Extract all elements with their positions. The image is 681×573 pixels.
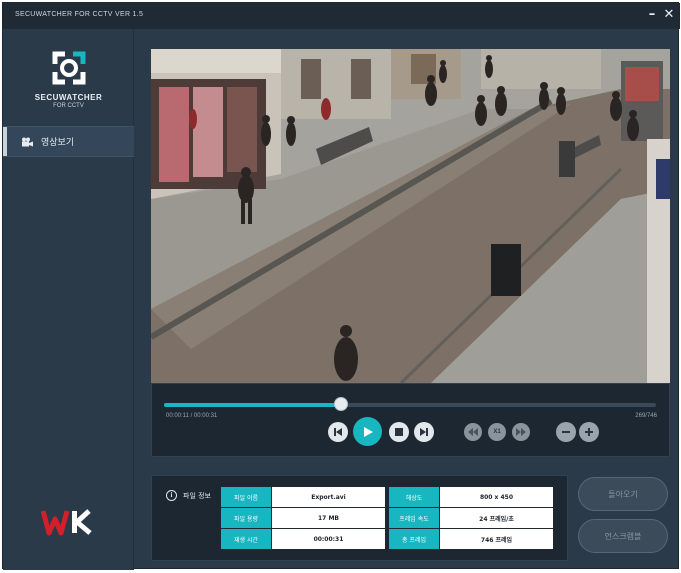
- plus-icon: [585, 428, 593, 436]
- sidebar: SECUWATCHER FOR CCTV 영상보기: [3, 29, 134, 570]
- secuwatcher-logo-icon: [52, 51, 85, 85]
- zoom-in-button[interactable]: [579, 422, 599, 442]
- stop-button[interactable]: [389, 422, 409, 442]
- current-time: 00:00:11 / 00:00:31: [166, 413, 218, 419]
- skip-forward-icon: [420, 428, 428, 436]
- video-frame[interactable]: [151, 49, 670, 383]
- wk-brand-logo: [41, 509, 92, 536]
- sidebar-item-video-view[interactable]: 영상보기: [3, 126, 134, 157]
- duration-label: 재생 시간: [221, 529, 271, 549]
- fast-forward-icon: [516, 428, 526, 436]
- title-bar: SECUWATCHER FOR CCTV VER 1.5 – ✕: [3, 3, 680, 29]
- play-icon: [363, 426, 373, 437]
- frame-rate-value: 24 프레임/초: [440, 508, 553, 528]
- minus-icon: [562, 431, 570, 433]
- sidebar-item-label: 영상보기: [41, 138, 75, 148]
- resolution-label: 해상도: [389, 487, 439, 507]
- logo-subtext: FOR CCTV: [53, 103, 84, 109]
- rewind-icon: [468, 428, 478, 436]
- table-row: 파일 이름 Export.avi 해상도 800 x 450: [221, 487, 553, 507]
- speed-label: X1: [493, 429, 501, 435]
- stop-icon: [395, 428, 403, 436]
- file-info-table: 파일 이름 Export.avi 해상도 800 x 450 파일 용량 17 …: [220, 486, 554, 550]
- total-frames-value: 746 프레임: [440, 529, 553, 549]
- street-cctv-image: [151, 49, 670, 383]
- seek-bar-progress: [164, 403, 342, 407]
- seek-knob[interactable]: [334, 397, 349, 411]
- play-button[interactable]: [353, 417, 382, 446]
- player-controls: 00:00:11 / 00:00:31 269/746 X1: [151, 383, 670, 457]
- file-info-panel: i 파일 정보 파일 이름 Export.avi 해상도 800 x 450 파…: [151, 475, 568, 561]
- file-size-label: 파일 용량: [221, 508, 271, 528]
- window-title: SECUWATCHER FOR CCTV VER 1.5: [15, 11, 144, 18]
- skip-to-end-button[interactable]: [414, 422, 434, 442]
- back-button[interactable]: 돌아오기: [578, 477, 668, 511]
- speed-button[interactable]: X1: [488, 423, 506, 441]
- table-row: 파일 용량 17 MB 프레임 속도 24 프레임/초: [221, 508, 553, 528]
- app-window: SECUWATCHER FOR CCTV VER 1.5 – ✕ SECUWAT…: [2, 2, 680, 570]
- logo-text: SECUWATCHER: [34, 93, 103, 102]
- file-name-label: 파일 이름: [221, 487, 271, 507]
- skip-back-icon: [334, 428, 342, 436]
- zoom-out-button[interactable]: [556, 422, 576, 442]
- file-info-heading: i 파일 정보: [166, 490, 211, 501]
- resolution-value: 800 x 450: [440, 487, 553, 507]
- skip-to-start-button[interactable]: [328, 422, 348, 442]
- table-row: 재생 시간 00:00:31 총 프레임 746 프레임: [221, 529, 553, 549]
- frame-counter: 269/746: [635, 413, 657, 419]
- close-icon[interactable]: ✕: [661, 7, 677, 23]
- rewind-button[interactable]: [464, 423, 482, 441]
- fast-forward-button[interactable]: [512, 423, 530, 441]
- file-info-heading-label: 파일 정보: [183, 491, 211, 500]
- file-name-value: Export.avi: [272, 487, 385, 507]
- file-size-value: 17 MB: [272, 508, 385, 528]
- video-camera-icon: [22, 137, 33, 146]
- seek-bar[interactable]: [164, 403, 656, 407]
- app-logo: SECUWATCHER FOR CCTV: [3, 51, 134, 109]
- info-icon: i: [166, 490, 177, 501]
- frame-rate-label: 프레임 속도: [389, 508, 439, 528]
- total-frames-label: 총 프레임: [389, 529, 439, 549]
- unscramble-button[interactable]: 언스크램블: [578, 519, 668, 553]
- duration-value: 00:00:31: [272, 529, 385, 549]
- minimize-icon[interactable]: –: [644, 7, 660, 23]
